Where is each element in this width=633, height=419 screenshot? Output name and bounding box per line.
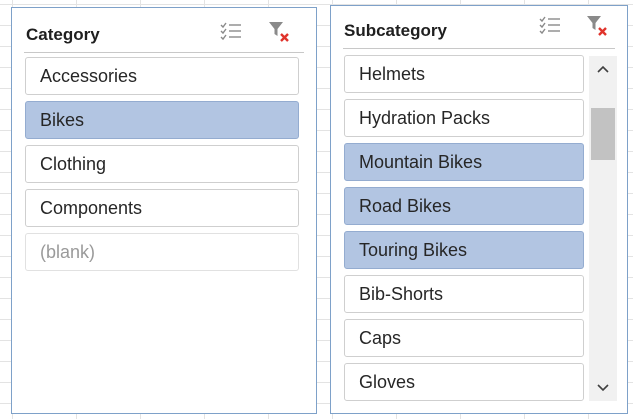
slicer-item-caps[interactable]: Caps: [344, 319, 584, 357]
chevron-up-icon[interactable]: [589, 58, 617, 80]
multi-select-icon[interactable]: [218, 20, 244, 44]
slicer-item-gloves[interactable]: Gloves: [344, 363, 584, 401]
slicer-item-road-bikes[interactable]: Road Bikes: [344, 187, 584, 225]
header-divider: [24, 52, 304, 53]
slicer-item-bikes[interactable]: Bikes: [25, 101, 299, 139]
slicer-item-blank[interactable]: (blank): [25, 233, 299, 271]
slicer-item-hydration-packs[interactable]: Hydration Packs: [344, 99, 584, 137]
vertical-scrollbar[interactable]: [589, 56, 617, 401]
slicer-item-accessories[interactable]: Accessories: [25, 57, 299, 95]
clear-filter-icon[interactable]: [585, 14, 611, 38]
subcategory-slicer: Subcategory Helmets Hydration Packs Moun…: [330, 5, 628, 414]
slicer-item-touring-bikes[interactable]: Touring Bikes: [344, 231, 584, 269]
slicer-item-components[interactable]: Components: [25, 189, 299, 227]
slicer-item-mountain-bikes[interactable]: Mountain Bikes: [344, 143, 584, 181]
slicer-header: Category: [12, 8, 316, 48]
chevron-down-icon[interactable]: [589, 377, 617, 399]
slicer-title: Category: [26, 25, 100, 44]
header-divider: [343, 48, 615, 49]
slicer-title: Subcategory: [344, 21, 447, 40]
clear-filter-icon[interactable]: [267, 20, 293, 44]
slicer-item-clothing[interactable]: Clothing: [25, 145, 299, 183]
category-slicer: Category Accessories Bikes Clothing Comp…: [11, 7, 317, 414]
slicer-header: Subcategory: [331, 6, 627, 46]
slicer-item-helmets[interactable]: Helmets: [344, 55, 584, 93]
slicer-item-bib-shorts[interactable]: Bib-Shorts: [344, 275, 584, 313]
scroll-thumb[interactable]: [591, 108, 615, 160]
multi-select-icon[interactable]: [537, 14, 563, 38]
